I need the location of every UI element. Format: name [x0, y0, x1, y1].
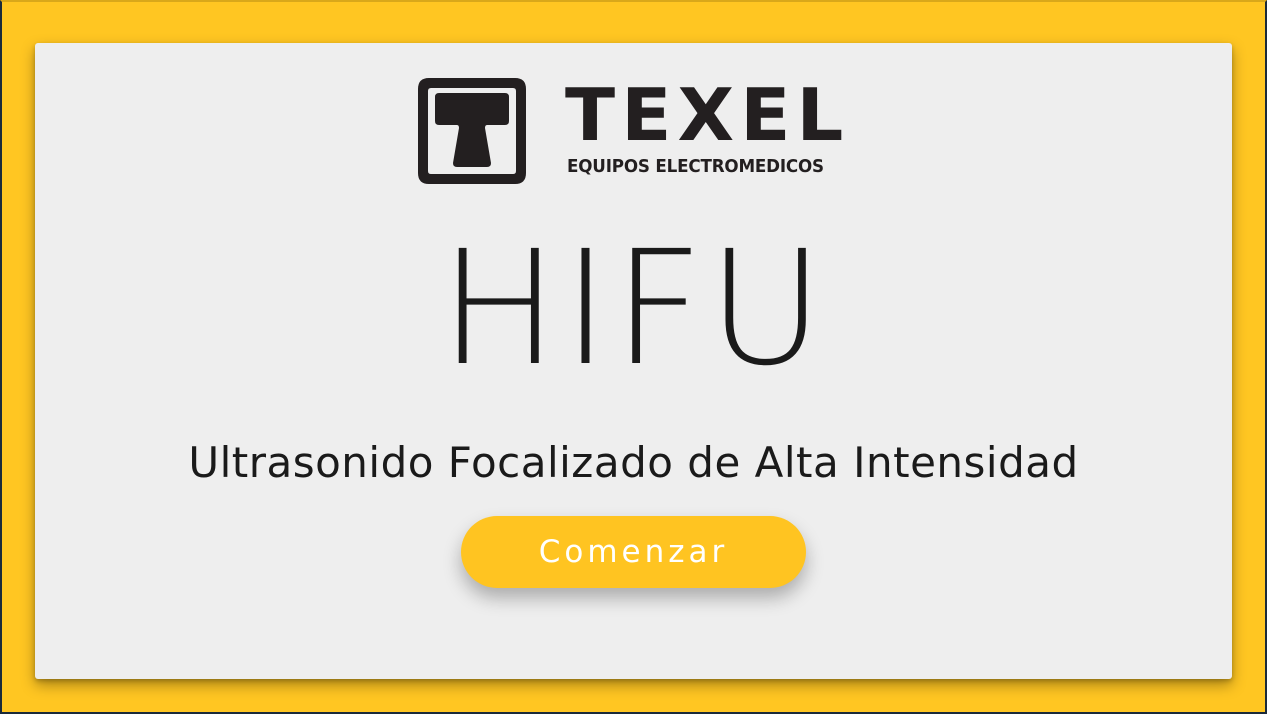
page-title: HIFU: [35, 229, 1232, 389]
welcome-card: TEXEL EQUIPOS ELECTROMEDICOS HIFU Ultras…: [35, 43, 1232, 679]
brand-tagline: EQUIPOS ELECTROMEDICOS: [567, 156, 824, 177]
start-button[interactable]: Comenzar: [461, 516, 806, 588]
page-subtitle: Ultrasonido Focalizado de Alta Intensida…: [188, 438, 1079, 487]
brand-wordmark: TEXEL: [565, 73, 850, 157]
texel-t-logo-icon: [418, 78, 526, 184]
texel-logo: TEXEL EQUIPOS ELECTROMEDICOS: [415, 73, 855, 188]
page-title-text: HIFU: [439, 217, 828, 401]
